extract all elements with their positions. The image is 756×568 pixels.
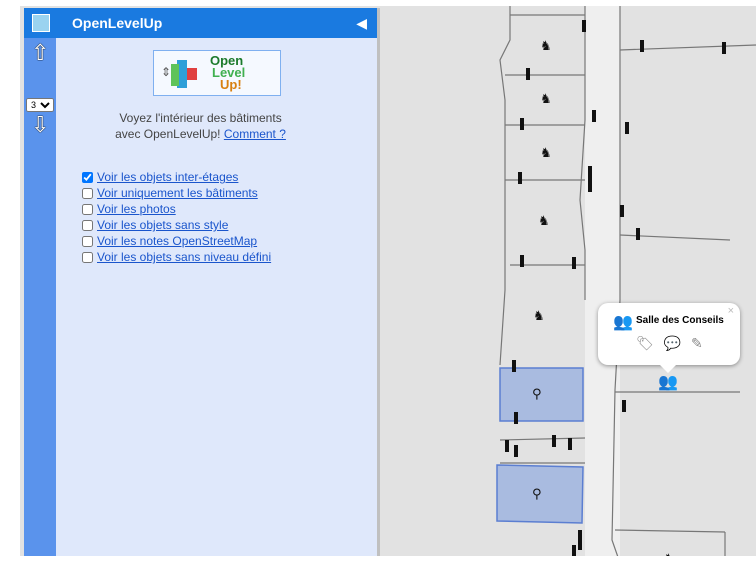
option-interfloor[interactable]: Voir les objets inter-étages: [82, 169, 271, 185]
group-marker-icon[interactable]: 👥: [658, 372, 678, 392]
option-checkbox[interactable]: [82, 219, 93, 231]
option-checkbox[interactable]: [82, 203, 93, 215]
svg-text:♞: ♞: [538, 214, 550, 229]
option-label[interactable]: Voir uniquement les bâtiments: [97, 185, 258, 201]
option-photos[interactable]: Voir les photos: [82, 201, 271, 217]
popup-title: Salle des Conseils: [636, 315, 724, 326]
corridor: [585, 0, 620, 563]
edit-icon[interactable]: ✎: [691, 335, 703, 351]
logo-text-up: Up!: [220, 77, 242, 92]
svg-text:♞: ♞: [540, 146, 552, 161]
comment-icon[interactable]: 💬: [664, 335, 681, 351]
option-unstyled[interactable]: Voir les objets sans style: [82, 217, 271, 233]
option-label[interactable]: Voir les objets inter-étages: [97, 169, 238, 185]
option-label[interactable]: Voir les objets sans style: [97, 217, 228, 233]
tag-icon[interactable]: 🏷: [636, 335, 654, 351]
how-link[interactable]: Comment ?: [224, 127, 286, 141]
svg-text:♞: ♞: [533, 309, 545, 324]
option-label[interactable]: Voir les photos: [97, 201, 176, 217]
map-bottom-edge: [0, 556, 756, 563]
option-checkbox[interactable]: [82, 235, 93, 247]
option-no-level[interactable]: Voir les objets sans niveau défini: [82, 249, 271, 265]
popup-close-icon[interactable]: ×: [728, 305, 734, 317]
option-checkbox[interactable]: [82, 251, 93, 263]
app-logo-icon: [32, 14, 50, 32]
option-buildings-only[interactable]: Voir uniquement les bâtiments: [82, 185, 271, 201]
svg-text:⚲: ⚲: [532, 387, 542, 402]
option-checkbox[interactable]: [82, 171, 93, 183]
svg-text:♞: ♞: [540, 39, 552, 54]
collapse-left-icon[interactable]: ◀: [356, 15, 367, 32]
openlevelup-logo: ⇕ Open Level Up!: [153, 50, 281, 96]
popup-actions: 🏷 💬 ✎: [636, 335, 709, 352]
map-left-edge: [0, 0, 20, 563]
arrow-up-icon[interactable]: ⇧: [31, 42, 49, 64]
svg-text:♞: ♞: [540, 92, 552, 107]
option-label[interactable]: Voir les notes OpenStreetMap: [97, 233, 257, 249]
options-list: Voir les objets inter-étages Voir unique…: [82, 169, 271, 265]
logo-graphic: ⇕: [161, 60, 197, 88]
option-osm-notes[interactable]: Voir les notes OpenStreetMap: [82, 233, 271, 249]
group-icon: 👥: [613, 314, 633, 331]
option-label[interactable]: Voir les objets sans niveau défini: [97, 249, 271, 265]
intro-line-2: avec OpenLevelUp!: [115, 127, 221, 141]
intro-line-1: Voyez l'intérieur des bâtiments: [119, 111, 282, 125]
svg-text:⇕: ⇕: [161, 65, 171, 79]
sidebar: OpenLevelUp ◀ ⇧ 3 ⇩ ⇕ Open Level Up! Voy…: [24, 8, 377, 556]
option-checkbox[interactable]: [82, 187, 93, 199]
sidebar-header: OpenLevelUp ◀: [24, 8, 377, 38]
app-title: OpenLevelUp: [72, 15, 163, 31]
map-top-edge: [0, 0, 756, 6]
svg-text:⚲: ⚲: [532, 487, 542, 502]
room-popup: × 👥 Salle des Conseils 🏷 💬 ✎: [598, 303, 740, 373]
intro-text: Voyez l'intérieur des bâtiments avec Ope…: [44, 110, 357, 142]
